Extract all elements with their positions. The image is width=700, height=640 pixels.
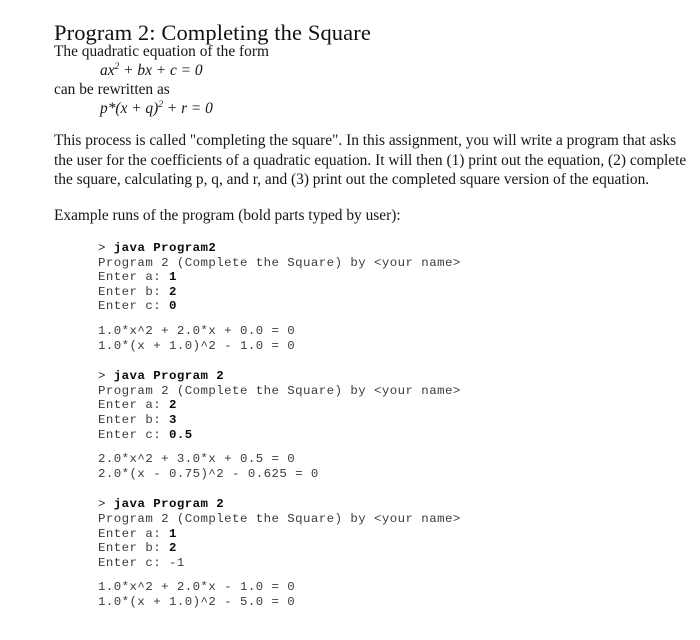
equation-standard-base: ax [100, 62, 115, 79]
terminal-prompt-line: Enter a: 1 [98, 270, 658, 285]
terminal-command-line: > java Program2 [98, 241, 658, 256]
terminal-command-line: > java Program 2 [98, 369, 658, 384]
terminal-user-input: 2 [168, 284, 177, 299]
example-run-block: > java Program2 Program 2 (Complete the S… [98, 241, 658, 353]
terminal-command-line: > java Program 2 [98, 497, 658, 512]
terminal-command-text: java Program 2 [113, 369, 225, 384]
terminal-command-text: java Program 2 [113, 497, 225, 512]
intro-line-1: The quadratic equation of the form [54, 43, 269, 60]
terminal-prompt-label: Enter c: [98, 555, 169, 570]
terminal-prompt-line: Enter b: 3 [98, 413, 658, 428]
equation-standard-form: ax2 + bx + c = 0 [54, 61, 694, 80]
description-paragraph: This process is called "completing the s… [54, 131, 698, 190]
terminal-prompt-line: Enter a: 1 [98, 527, 658, 542]
terminal-prompt-line: Enter b: 2 [98, 285, 658, 300]
description-line-3: the square, calculating p, q, and r, and… [54, 171, 650, 189]
terminal-banner-line: Program 2 (Complete the Square) by <your… [98, 511, 461, 526]
intro-line-2: can be rewritten as [54, 81, 170, 98]
terminal-user-input: -1 [168, 555, 185, 570]
terminal-prompt-symbol: > [98, 497, 114, 512]
terminal-prompt-line: Enter a: 2 [98, 398, 658, 413]
terminal-banner-line: Program 2 (Complete the Square) by <your… [98, 383, 461, 398]
terminal-user-input: 0.5 [168, 427, 193, 442]
terminal-user-input: 3 [168, 412, 177, 427]
intro-section: The quadratic equation of the form ax2 +… [54, 42, 694, 118]
terminal-prompt-symbol: > [98, 369, 114, 384]
terminal-output-line: 1.0*x^2 + 2.0*x + 0.0 = 0 [98, 323, 296, 338]
terminal-prompt-line: Enter b: 2 [98, 541, 658, 556]
terminal-banner-line: Program 2 (Complete the Square) by <your… [98, 255, 461, 270]
terminal-prompt-line: Enter c: 0 [98, 299, 658, 314]
terminal-prompt-label: Enter b: [98, 412, 169, 427]
terminal-command-text: java Program2 [113, 241, 217, 255]
terminal-prompt-line: Enter c: -1 [98, 556, 658, 571]
description-line-1: This process is called "completing the s… [54, 132, 677, 149]
terminal-output-line: 1.0*(x + 1.0)^2 - 1.0 = 0 [98, 338, 296, 353]
terminal-user-input: 2 [168, 398, 177, 413]
terminal-prompt-label: Enter c: [98, 299, 169, 314]
terminal-output-line: 2.0*(x - 0.75)^2 - 0.625 = 0 [98, 466, 319, 481]
equation-vertex-base: p*(x + q) [100, 100, 159, 117]
terminal-prompt-symbol: > [98, 241, 114, 255]
terminal-prompt-label: Enter b: [98, 284, 169, 299]
terminal-prompt-line: Enter c: 0.5 [98, 428, 658, 443]
equation-vertex-form: p*(x + q)2 + r = 0 [54, 99, 694, 118]
equation-standard-rest: + bx + c = 0 [119, 62, 203, 79]
example-run-block: > java Program 2 Program 2 (Complete the … [98, 369, 658, 481]
example-run-block: > java Program 2 Program 2 (Complete the … [98, 497, 658, 609]
example-runs-heading: Example runs of the program (bold parts … [54, 207, 401, 224]
terminal-prompt-label: Enter a: [98, 526, 169, 541]
terminal-output-line: 1.0*x^2 + 2.0*x - 1.0 = 0 [98, 580, 296, 595]
document-page: Program 2: Completing the Square The qua… [0, 0, 700, 640]
terminal-user-input: 0 [168, 299, 177, 314]
example-transcripts: > java Program2 Program 2 (Complete the S… [98, 241, 658, 609]
terminal-prompt-label: Enter c: [98, 427, 169, 442]
terminal-prompt-label: Enter a: [98, 270, 169, 285]
terminal-output-line: 1.0*(x + 1.0)^2 - 5.0 = 0 [98, 594, 296, 609]
terminal-user-input: 2 [168, 541, 177, 556]
description-line-2: the user for the coefficients of a quadr… [54, 151, 687, 169]
terminal-output-line: 2.0*x^2 + 3.0*x + 0.5 = 0 [98, 452, 296, 467]
equation-vertex-rest: + r = 0 [163, 100, 213, 117]
terminal-user-input: 1 [168, 270, 177, 285]
terminal-prompt-label: Enter b: [98, 541, 169, 556]
terminal-user-input: 1 [168, 526, 177, 541]
terminal-prompt-label: Enter a: [98, 398, 169, 413]
